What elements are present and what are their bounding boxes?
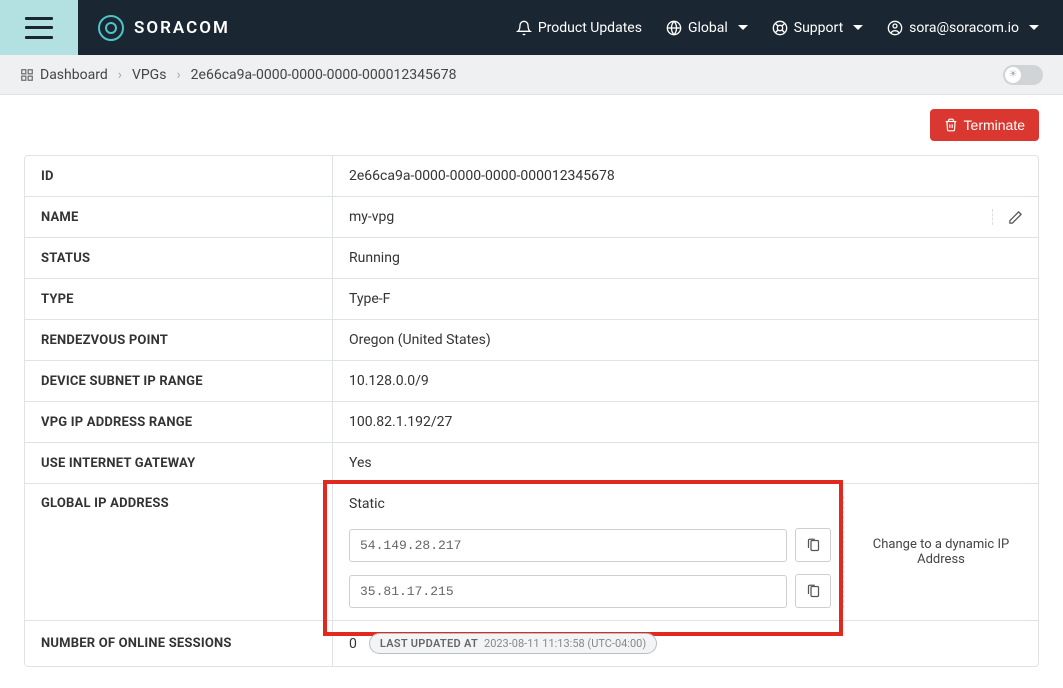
copy-ip-1-button[interactable] [795,528,831,562]
label-vpg-range: VPG IP ADDRESS RANGE [25,402,333,442]
row-gateway: USE INTERNET GATEWAY Yes [25,443,1038,484]
user-icon [887,20,903,36]
theme-toggle-wrap: ☀ [1003,65,1043,85]
theme-toggle[interactable]: ☀ [1003,65,1043,85]
label-device-subnet: DEVICE SUBNET IP RANGE [25,361,333,401]
value-sessions-cell: 0 LAST UPDATED AT 2023-08-11 11:13:58 (U… [333,621,1038,666]
product-updates-label: Product Updates [538,20,642,36]
row-name: NAME my-vpg [25,197,1038,238]
chevron-down-icon [738,25,748,30]
value-gateway: Yes [333,443,1038,483]
brand-text: SORACOM [134,18,230,38]
breadcrumb-current: 2e66ca9a-0000-0000-0000-000012345678 [191,67,457,83]
breadcrumb-vpgs[interactable]: VPGs [132,67,167,83]
bell-icon [516,20,532,36]
change-ip-link[interactable]: Change to a dynamic IP Address [856,537,1026,567]
support-menu[interactable]: Support [772,20,863,36]
support-label: Support [794,20,843,36]
label-rendezvous: RENDEZVOUS POINT [25,320,333,360]
value-type: Type-F [333,279,1038,319]
pencil-icon [1008,210,1023,225]
hamburger-icon [25,17,53,39]
breadcrumb: Dashboard › VPGs › 2e66ca9a-0000-0000-00… [0,55,1063,95]
clipboard-icon [806,584,821,599]
row-vpg-range: VPG IP ADDRESS RANGE 100.82.1.192/27 [25,402,1038,443]
label-global-ip: GLOBAL IP ADDRESS [25,484,333,620]
breadcrumb-separator: › [176,67,180,83]
change-ip-cell: Change to a dynamic IP Address [843,496,1038,608]
edit-name-button[interactable] [992,209,1038,225]
value-status: Running [333,238,1038,278]
action-bar: Terminate [0,95,1063,155]
row-type: TYPE Type-F [25,279,1038,320]
row-sessions: NUMBER OF ONLINE SESSIONS 0 LAST UPDATED… [25,621,1038,666]
value-device-subnet: 10.128.0.0/9 [333,361,1038,401]
breadcrumb-dashboard[interactable]: Dashboard [20,67,108,83]
copy-ip-2-button[interactable] [795,574,831,608]
label-gateway: USE INTERNET GATEWAY [25,443,333,483]
last-updated-badge: LAST UPDATED AT 2023-08-11 11:13:58 (UTC… [369,633,657,654]
sun-icon: ☀ [1005,67,1021,83]
value-rendezvous: Oregon (United States) [333,320,1038,360]
global-menu[interactable]: Global [666,20,748,36]
ip-address-1[interactable] [349,529,787,562]
value-name: my-vpg [349,209,992,225]
row-rendezvous: RENDEZVOUS POINT Oregon (United States) [25,320,1038,361]
support-icon [772,20,788,36]
row-device-subnet: DEVICE SUBNET IP RANGE 10.128.0.0/9 [25,361,1038,402]
app-header: SORACOM Product Updates Global Support [0,0,1063,55]
label-type: TYPE [25,279,333,319]
terminate-button[interactable]: Terminate [930,109,1039,141]
chevron-down-icon [1029,25,1039,30]
globe-icon [666,20,682,36]
user-email: sora@soracom.io [909,20,1019,36]
value-name-cell: my-vpg [333,197,1038,237]
user-menu[interactable]: sora@soracom.io [887,20,1039,36]
menu-toggle[interactable] [0,0,78,55]
value-vpg-range: 100.82.1.192/27 [333,402,1038,442]
last-updated-label: LAST UPDATED AT [380,637,478,650]
value-id: 2e66ca9a-0000-0000-0000-000012345678 [333,156,1038,196]
header-nav: Product Updates Global Support sora@sora… [516,20,1063,36]
row-global-ip: GLOBAL IP ADDRESS Static [25,484,1038,621]
logo-icon [98,15,124,41]
global-label: Global [688,20,728,36]
terminate-label: Terminate [964,117,1025,133]
ip-address-2[interactable] [349,575,787,608]
breadcrumb-current-label: 2e66ca9a-0000-0000-0000-000012345678 [191,67,457,83]
global-ip-mode: Static [349,496,831,512]
row-id: ID 2e66ca9a-0000-0000-0000-000012345678 [25,156,1038,197]
label-id: ID [25,156,333,196]
vpg-detail-table: ID 2e66ca9a-0000-0000-0000-000012345678 … [24,155,1039,667]
row-status: STATUS Running [25,238,1038,279]
dashboard-icon [20,68,34,82]
ip-row-1 [349,528,831,562]
label-sessions: NUMBER OF ONLINE SESSIONS [25,621,333,666]
clipboard-icon [806,538,821,553]
label-name: NAME [25,197,333,237]
brand-logo[interactable]: SORACOM [98,15,230,41]
breadcrumb-vpgs-label: VPGs [132,67,167,83]
trash-icon [944,118,958,132]
last-updated-value: 2023-08-11 11:13:58 (UTC-04:00) [484,637,646,650]
value-global-ip-cell: Static [333,484,1038,620]
product-updates-link[interactable]: Product Updates [516,20,642,36]
breadcrumb-dashboard-label: Dashboard [40,67,108,83]
breadcrumb-separator: › [118,67,122,83]
ip-row-2 [349,574,831,608]
label-status: STATUS [25,238,333,278]
value-sessions: 0 [349,636,357,652]
chevron-down-icon [853,25,863,30]
